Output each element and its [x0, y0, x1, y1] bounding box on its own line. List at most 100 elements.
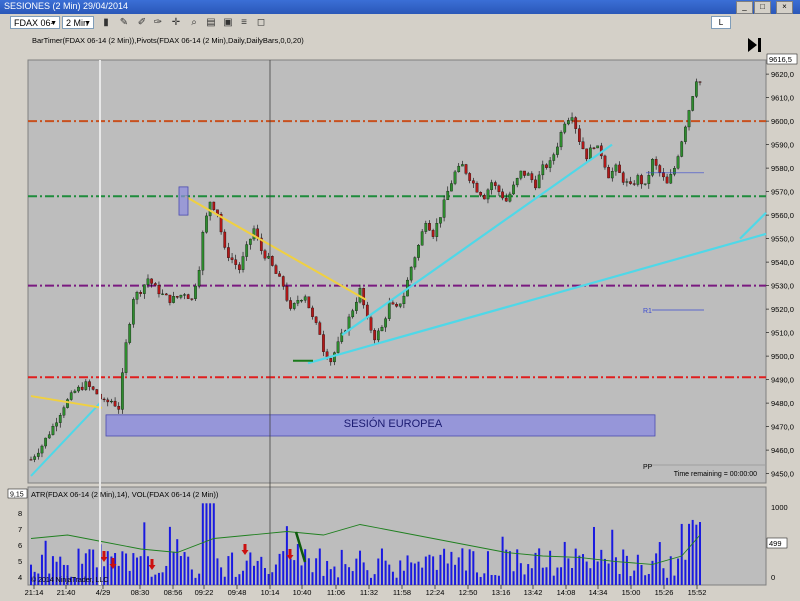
- candle-up: [248, 238, 252, 245]
- volume-bar: [194, 577, 197, 585]
- pivot-r1-label: R1: [643, 308, 652, 315]
- candle-down: [523, 170, 526, 176]
- volume-bar: [143, 522, 146, 585]
- chevron-down-icon: ▼: [84, 20, 91, 27]
- candle-up: [380, 326, 384, 332]
- volume-bar: [413, 563, 416, 585]
- volume-bar: [369, 577, 372, 585]
- volume-bar: [326, 560, 329, 585]
- candle-up: [442, 199, 446, 218]
- candle-up: [161, 293, 164, 295]
- volume-bar: [432, 556, 435, 585]
- price-chart[interactable]: 9450,0 9460,0 9470,0 9480,0 9490,0 9500,0 9510…: [0, 32, 800, 599]
- volume-bar: [209, 503, 212, 585]
- candle-down: [629, 181, 632, 184]
- volume-bar: [216, 558, 219, 585]
- volume-bar: [505, 549, 508, 585]
- volume-bar: [267, 574, 270, 585]
- candle-up: [62, 407, 66, 416]
- properties-icon[interactable]: ▤: [205, 16, 217, 29]
- candle-down: [113, 400, 117, 407]
- volume-bar: [666, 577, 669, 585]
- candle-up: [292, 303, 296, 309]
- volume-bar: [669, 556, 672, 585]
- candle-down: [139, 292, 143, 294]
- candle-down: [227, 247, 230, 258]
- candle-up: [435, 223, 439, 237]
- eyedropper-icon[interactable]: ✐: [136, 16, 148, 29]
- candle-up: [691, 96, 695, 111]
- candle-up: [355, 301, 358, 311]
- candle-down: [102, 398, 106, 401]
- maximize-button[interactable]: □: [754, 1, 771, 14]
- candle-up: [424, 223, 428, 232]
- last-price-value: 9616,5: [769, 55, 792, 64]
- x-tick-label: 12:50: [459, 588, 478, 597]
- volume-bar: [684, 559, 687, 585]
- zoom-icon[interactable]: ⌕: [188, 16, 200, 29]
- candle-down: [497, 185, 501, 192]
- draw-tool-icon[interactable]: ✑: [152, 16, 164, 29]
- candle-up: [512, 184, 515, 195]
- bar-chart-icon[interactable]: ▮: [100, 16, 112, 29]
- volume-bar: [176, 539, 179, 585]
- volume-bar: [556, 567, 559, 585]
- pencil-icon[interactable]: ✎: [118, 16, 130, 29]
- chart-area[interactable]: 9450,0 9460,0 9470,0 9480,0 9490,0 9500,0 9510…: [0, 32, 800, 599]
- volume-bar: [282, 551, 285, 585]
- candle-down: [164, 293, 168, 296]
- y-tick-label: 9460,0: [771, 446, 794, 455]
- candle-down: [91, 386, 95, 390]
- candle-up: [515, 178, 519, 186]
- atr-y-tick-label: 7: [18, 525, 22, 534]
- candle-up: [439, 217, 442, 224]
- data-box-icon[interactable]: ▣: [222, 16, 234, 29]
- candle-down: [369, 317, 373, 331]
- atr-y-tick-label: 8: [18, 509, 22, 518]
- volume-bar: [300, 565, 303, 585]
- chevron-down-icon: ▼: [50, 20, 57, 27]
- candle-down: [603, 155, 607, 168]
- volume-bar: [183, 552, 186, 585]
- candle-up: [552, 154, 556, 161]
- candle-up: [548, 160, 552, 168]
- volume-bar: [278, 553, 281, 585]
- volume-bar: [249, 552, 252, 585]
- candle-down: [106, 399, 110, 403]
- y-tick-label: 9520,0: [771, 305, 794, 314]
- candle-up: [669, 174, 673, 184]
- candle-down: [654, 159, 658, 166]
- atr-value: 9,15: [10, 492, 24, 499]
- candle-down: [95, 389, 99, 395]
- candle-up: [625, 181, 629, 183]
- volume-bar: [355, 558, 358, 585]
- candle-down: [362, 288, 366, 306]
- x-tick-label: 15:52: [688, 588, 707, 597]
- candle-up: [124, 342, 128, 373]
- volume-bar: [329, 569, 332, 585]
- minimize-button[interactable]: _: [736, 1, 753, 14]
- mode-l-button[interactable]: L: [711, 16, 731, 29]
- volume-bar: [589, 568, 592, 585]
- close-button[interactable]: ×: [776, 1, 793, 14]
- candle-up: [44, 437, 47, 447]
- candle-up: [208, 201, 212, 217]
- window-icon[interactable]: ◻: [255, 16, 267, 29]
- interval-select[interactable]: 2 Min ▼: [62, 16, 94, 29]
- crosshair-icon[interactable]: ✛: [170, 16, 182, 29]
- candle-up: [446, 190, 450, 201]
- instrument-select[interactable]: FDAX 06-14▼: [10, 16, 60, 41]
- volume-bar: [311, 572, 314, 585]
- candle-up: [409, 266, 413, 281]
- volume-bar: [494, 575, 497, 585]
- candle-up: [51, 426, 55, 435]
- volume-bar: [677, 558, 680, 585]
- volume-bar: [388, 564, 391, 585]
- volume-bar: [585, 561, 588, 585]
- candle-down: [578, 128, 581, 142]
- candle-down: [592, 147, 596, 149]
- chart-trader-icon[interactable]: ≡: [238, 16, 250, 29]
- volume-bar: [607, 563, 610, 585]
- candle-up: [526, 173, 530, 176]
- volume-bar: [497, 575, 500, 585]
